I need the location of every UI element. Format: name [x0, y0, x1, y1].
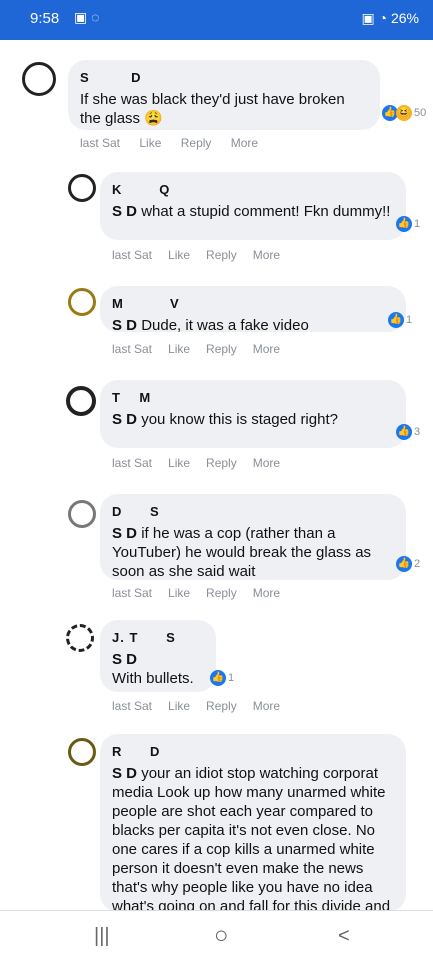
- like-reaction-icon: 👍: [396, 216, 412, 232]
- timestamp: last Sat: [80, 136, 121, 150]
- like-reaction-icon: 👍: [396, 556, 412, 572]
- mention: S D: [112, 203, 138, 220]
- reaction-number: 2: [414, 558, 421, 570]
- comment-text: S D if he was a cop (rather than a YouTu…: [112, 524, 394, 581]
- comment-bubble: D S S D if he was a cop (rather than a Y…: [100, 494, 406, 580]
- haha-reaction-icon: 😆: [396, 105, 412, 121]
- avatar[interactable]: [66, 624, 94, 652]
- comment-body: if he was a cop (rather than a YouTuber)…: [112, 525, 372, 580]
- avatar[interactable]: [68, 738, 96, 766]
- more-link[interactable]: More: [253, 586, 280, 600]
- avatar[interactable]: [68, 174, 96, 202]
- like-reaction-icon: 👍: [396, 424, 412, 440]
- comment-text: S D you know this is staged right?: [112, 410, 394, 429]
- timestamp: last Sat: [112, 456, 153, 470]
- comment-bubble: K Q S D what a stupid comment! Fkn dummy…: [100, 172, 406, 240]
- avatar[interactable]: [68, 288, 96, 316]
- status-bar: 9:58 ▣ ◌ ▣ ◔ 26%: [0, 0, 433, 40]
- like-link[interactable]: Like: [168, 248, 190, 262]
- comment-body: what a stupid comment! Fkn dummy!!: [141, 203, 391, 220]
- comment-bubble: T M S D you know this is staged right?: [100, 380, 406, 448]
- mention: S D: [112, 411, 138, 428]
- commenter-name[interactable]: S D: [80, 68, 368, 87]
- comment-text: S D your an idiot stop watching corporat…: [112, 764, 394, 912]
- android-navigation-bar: ||| ○ <: [0, 910, 433, 965]
- reply-link[interactable]: Reply: [206, 699, 237, 713]
- like-reaction-icon: 👍: [388, 312, 404, 328]
- reaction-count[interactable]: 👍 1: [210, 670, 234, 686]
- reaction-number: 1: [228, 672, 235, 684]
- timestamp: last Sat: [112, 248, 153, 262]
- reaction-count[interactable]: 👍 1: [396, 216, 420, 232]
- commenter-name[interactable]: M V: [112, 294, 394, 313]
- more-link[interactable]: More: [231, 136, 258, 150]
- like-link[interactable]: Like: [168, 342, 190, 356]
- reaction-count[interactable]: 👍 3: [396, 424, 420, 440]
- mention: S D: [112, 525, 138, 542]
- avatar[interactable]: [68, 500, 96, 528]
- timestamp: last Sat: [112, 342, 153, 356]
- more-link[interactable]: More: [253, 699, 280, 713]
- comment-text: S D Dude, it was a fake video: [112, 316, 394, 335]
- comment-body: With bullets.: [112, 670, 194, 687]
- commenter-name[interactable]: J. T S: [112, 628, 204, 647]
- more-link[interactable]: More: [253, 248, 280, 262]
- comment-bubble: M V S D Dude, it was a fake video: [100, 286, 406, 335]
- recent-apps-button[interactable]: |||: [94, 925, 110, 948]
- comment-bubble: S D If she was black they'd just have br…: [68, 60, 380, 130]
- comment-actions: last Sat Like Reply More: [112, 699, 296, 713]
- comment-body: your an idiot stop watching corporat med…: [112, 765, 391, 912]
- home-button[interactable]: ○: [214, 922, 229, 950]
- comment-bubble: R D S D your an idiot stop watching corp…: [100, 734, 406, 912]
- comment-body: Dude, it was a fake video: [141, 317, 309, 334]
- comment-actions: last Sat Like Reply More: [112, 586, 296, 600]
- status-time: 9:58: [30, 10, 60, 27]
- commenter-name[interactable]: T M: [112, 388, 394, 407]
- reaction-count[interactable]: 👍 2: [396, 556, 420, 572]
- reaction-number: 1: [414, 218, 421, 230]
- comment-actions: last Sat Like Reply More: [80, 136, 274, 150]
- like-reaction-icon: 👍: [210, 670, 226, 686]
- comment-bubble: J. T S S D With bullets.: [100, 620, 216, 692]
- comment-body: you know this is staged right?: [141, 411, 338, 428]
- comment-text: S D what a stupid comment! Fkn dummy!!: [112, 202, 394, 221]
- back-button[interactable]: <: [338, 925, 350, 948]
- reaction-number: 50: [414, 107, 427, 119]
- commenter-name[interactable]: D S: [112, 502, 394, 521]
- comment-text: If she was black they'd just have broken…: [80, 91, 345, 127]
- reply-link[interactable]: Reply: [181, 136, 212, 150]
- comment-actions: last Sat Like Reply More: [112, 456, 296, 470]
- comment-text: S D With bullets.: [112, 650, 204, 688]
- mention: S D: [112, 765, 138, 782]
- reaction-count[interactable]: 👍 😆 50: [382, 105, 426, 121]
- like-link[interactable]: Like: [139, 136, 161, 150]
- battery-text: 26%: [390, 10, 419, 26]
- reply-link[interactable]: Reply: [206, 342, 237, 356]
- mention: S D: [112, 651, 138, 668]
- comment-actions: last Sat Like Reply More: [112, 342, 296, 356]
- system-icons: ▣ ◔ 26%: [361, 10, 420, 26]
- reply-link[interactable]: Reply: [206, 456, 237, 470]
- notification-icons: ▣ ◌: [74, 9, 100, 25]
- reply-link[interactable]: Reply: [206, 586, 237, 600]
- reply-link[interactable]: Reply: [206, 248, 237, 262]
- reaction-count[interactable]: 👍 1: [388, 312, 412, 328]
- avatar[interactable]: [22, 62, 56, 96]
- reaction-number: 3: [414, 426, 421, 438]
- like-link[interactable]: Like: [168, 699, 190, 713]
- timestamp: last Sat: [112, 699, 153, 713]
- timestamp: last Sat: [112, 586, 153, 600]
- commenter-name[interactable]: R D: [112, 742, 394, 761]
- avatar[interactable]: [66, 386, 96, 416]
- more-link[interactable]: More: [253, 456, 280, 470]
- comment-actions: last Sat Like Reply More: [112, 248, 296, 262]
- mention: S D: [112, 317, 138, 334]
- more-link[interactable]: More: [253, 342, 280, 356]
- like-link[interactable]: Like: [168, 456, 190, 470]
- like-link[interactable]: Like: [168, 586, 190, 600]
- reaction-number: 1: [406, 314, 413, 326]
- commenter-name[interactable]: K Q: [112, 180, 394, 199]
